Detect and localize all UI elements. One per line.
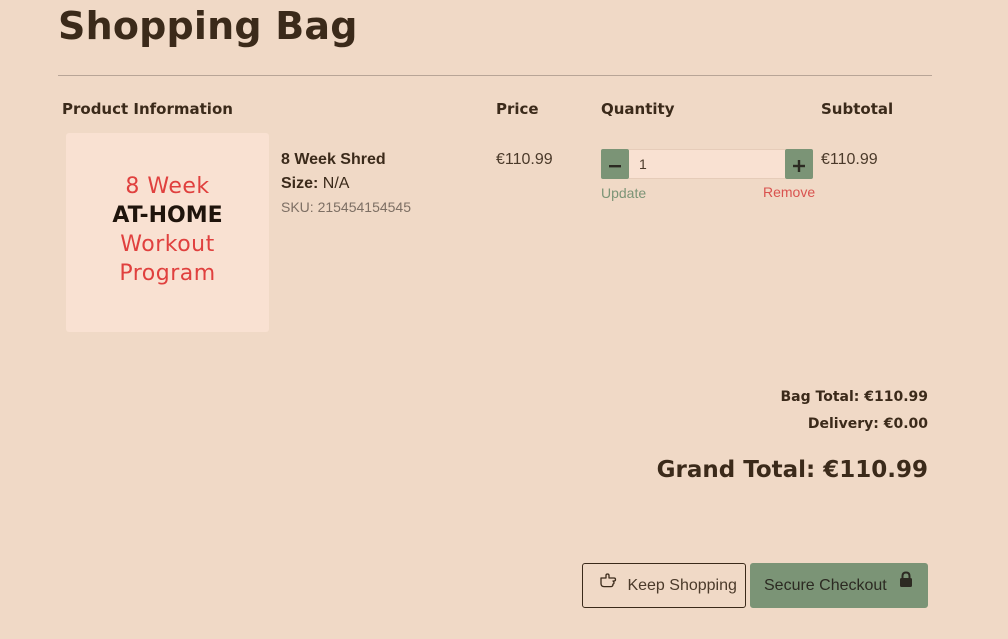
lock-icon xyxy=(899,562,913,605)
product-image-line3: Workout xyxy=(120,232,215,257)
plus-icon[interactable] xyxy=(785,149,813,179)
header-quantity: Quantity xyxy=(601,100,675,118)
product-name: 8 Week Shred xyxy=(281,151,386,168)
header-product-information: Product Information xyxy=(62,100,233,118)
product-image-line4: Program xyxy=(119,261,216,286)
product-size-label: Size: xyxy=(281,175,319,192)
divider xyxy=(58,75,932,76)
keep-shopping-label: Keep Shopping xyxy=(627,577,737,595)
page-title: Shopping Bag xyxy=(58,4,358,48)
product-image-line2: AT-HOME xyxy=(112,203,223,228)
remove-link[interactable]: Remove xyxy=(763,184,815,200)
item-subtotal: €110.99 xyxy=(821,151,878,168)
product-image[interactable]: 8 Week AT-HOME Workout Program xyxy=(66,133,269,332)
keep-shopping-button[interactable]: Keep Shopping xyxy=(582,563,746,608)
delivery-total: Delivery: €0.00 xyxy=(807,416,928,432)
minus-icon[interactable] xyxy=(601,149,629,179)
product-size-value: N/A xyxy=(322,175,350,192)
quantity-stepper xyxy=(601,149,813,179)
quantity-input[interactable] xyxy=(629,149,785,179)
pointing-hand-icon xyxy=(599,562,617,605)
header-price: Price xyxy=(496,100,539,118)
item-price: €110.99 xyxy=(496,151,553,168)
product-image-line1: 8 Week xyxy=(125,174,210,199)
secure-checkout-button[interactable]: Secure Checkout xyxy=(750,563,928,608)
header-subtotal: Subtotal xyxy=(821,100,894,118)
grand-total: Grand Total: €110.99 xyxy=(656,457,928,483)
product-sku: SKU: 215454154545 xyxy=(281,199,411,215)
bag-total: Bag Total: €110.99 xyxy=(780,389,929,405)
product-size: Size: N/A xyxy=(281,175,349,193)
secure-checkout-label: Secure Checkout xyxy=(764,577,887,595)
update-link[interactable]: Update xyxy=(601,185,646,201)
